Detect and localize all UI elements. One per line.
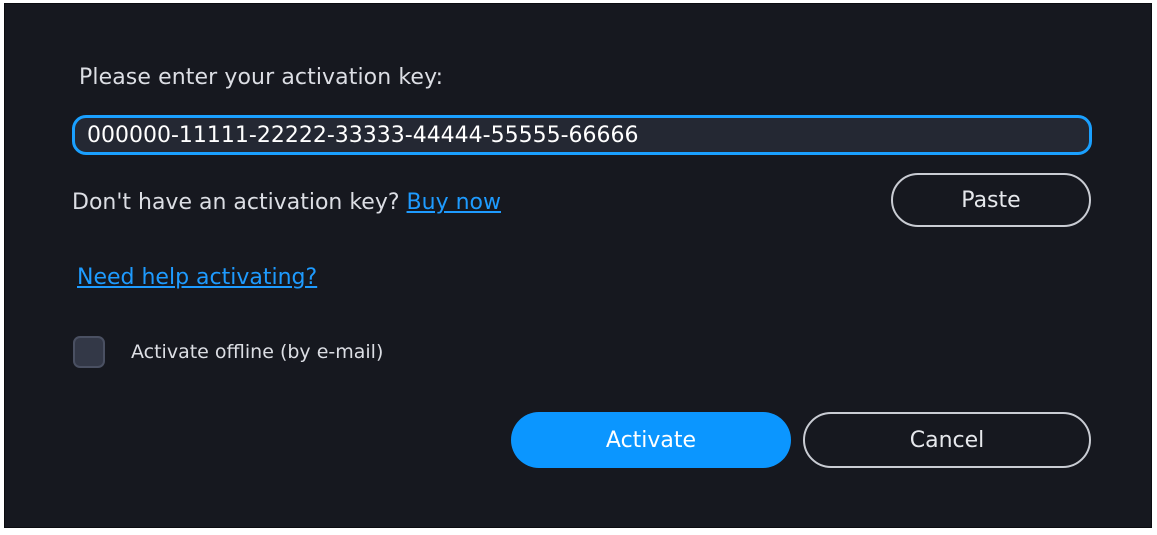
offline-activation-label: Activate offline (by e-mail) (131, 341, 384, 363)
no-key-row: Don't have an activation key? Buy now (72, 190, 501, 215)
paste-button[interactable]: Paste (891, 173, 1091, 227)
offline-activation-row[interactable]: Activate offline (by e-mail) (73, 335, 383, 369)
buy-now-link[interactable]: Buy now (407, 190, 501, 215)
cancel-button[interactable]: Cancel (803, 412, 1091, 468)
no-key-text: Don't have an activation key? (72, 190, 400, 215)
activation-dialog: Please enter your activation key: Don't … (4, 3, 1152, 528)
offline-activation-checkbox[interactable] (73, 336, 105, 368)
activate-button[interactable]: Activate (511, 412, 791, 468)
activation-key-input[interactable] (72, 115, 1092, 155)
activation-prompt-label: Please enter your activation key: (79, 65, 444, 90)
need-help-link[interactable]: Need help activating? (77, 265, 317, 290)
